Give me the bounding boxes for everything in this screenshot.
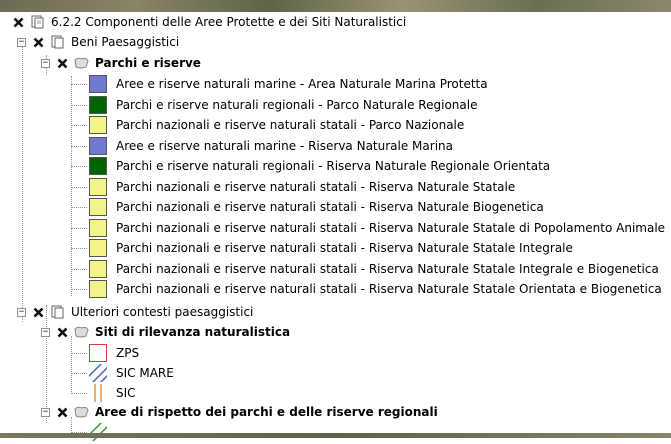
group-icon: [49, 35, 65, 49]
layer-label: Aree di rispetto dei parchi e delle rise…: [95, 405, 438, 419]
tree-line: [71, 269, 87, 270]
polygon-layer-icon: [73, 325, 89, 339]
collapse-toggle[interactable]: −: [17, 37, 26, 47]
zps-outline-swatch: [89, 344, 107, 362]
legend-label: SIC: [116, 386, 136, 400]
layer-row-siti[interactable]: − Siti di rilevanza naturalistica: [41, 322, 290, 342]
tree-line: [71, 207, 87, 208]
visibility-checkbox[interactable]: [56, 406, 69, 419]
collapse-toggle[interactable]: −: [17, 307, 26, 317]
legend-item: Parchi nazionali e riserve naturali stat…: [71, 197, 544, 217]
tree-line: [71, 248, 87, 249]
tree-line: [71, 187, 87, 188]
tree-line: [71, 125, 87, 126]
collapse-toggle[interactable]: −: [41, 58, 50, 68]
legend-item: Parchi nazionali e riserve naturali stat…: [71, 177, 515, 197]
layer-row-parchi[interactable]: − Parchi e riserve: [41, 53, 201, 73]
legend-item: Parchi nazionali e riserve naturali stat…: [71, 115, 464, 135]
map-canvas-strip: [0, 433, 671, 438]
legend-label: SIC MARE: [116, 366, 174, 380]
color-swatch: [89, 116, 107, 134]
tree-line: [71, 84, 87, 85]
color-swatch: [89, 219, 107, 237]
legend-item: Parchi nazionali e riserve naturali stat…: [71, 279, 662, 299]
tree-line: [71, 353, 87, 354]
tree-line: [71, 228, 87, 229]
legend-label: Parchi nazionali e riserve naturali stat…: [116, 180, 516, 194]
group-icon: [29, 15, 45, 29]
legend-label: Aree e riserve naturali marine - Riserva…: [116, 139, 453, 153]
sic-mare-hatch-swatch: [86, 361, 114, 387]
layer-row-aree[interactable]: − Aree di rispetto dei parchi e delle ri…: [41, 402, 438, 422]
legend-label: Parchi e riserve naturali regionali - Pa…: [116, 98, 478, 112]
legend-item: Aree e riserve naturali marine - Riserva…: [71, 136, 453, 156]
layers-panel: 6.2.2 Componenti delle Aree Protette e d…: [0, 12, 671, 444]
legend-label: Parchi e riserve naturali regionali - Ri…: [116, 159, 551, 173]
legend-item: Parchi e riserve naturali regionali - Pa…: [71, 95, 477, 115]
sic-lines-swatch: [89, 384, 107, 402]
legend-label: Parchi nazionali e riserve naturali stat…: [116, 200, 544, 214]
legend-label: Parchi nazionali e riserve naturali stat…: [116, 118, 465, 132]
color-swatch: [89, 137, 107, 155]
legend-item-sic: SIC: [71, 383, 136, 403]
visibility-checkbox[interactable]: [56, 326, 69, 339]
tree-line: [71, 146, 87, 147]
legend-item-aree-partial: [71, 420, 110, 444]
legend-item-zps: ZPS: [71, 343, 139, 363]
aree-hatch-swatch: [86, 420, 110, 444]
tree-line: [71, 393, 87, 394]
legend-label: Parchi nazionali e riserve naturali stat…: [116, 221, 666, 235]
group-label: Ulteriori contesti paesaggistici: [71, 305, 254, 319]
color-swatch: [89, 260, 107, 278]
color-swatch: [89, 198, 107, 216]
legend-label: Parchi nazionali e riserve naturali stat…: [116, 241, 573, 255]
group-label: Beni Paesaggistici: [71, 35, 180, 49]
visibility-checkbox[interactable]: [12, 16, 25, 29]
layer-label: Siti di rilevanza naturalistica: [95, 325, 291, 339]
polygon-layer-icon: [73, 405, 89, 419]
legend-item: Parchi nazionali e riserve naturali stat…: [71, 238, 573, 258]
legend-label: ZPS: [116, 346, 140, 360]
group-row-ulteriori[interactable]: − Ulteriori contesti paesaggistici: [17, 302, 253, 322]
legend-item: Aree e riserve naturali marine - Area Na…: [71, 74, 488, 94]
tree-line: [71, 166, 87, 167]
color-swatch: [89, 157, 107, 175]
legend-item: Parchi e riserve naturali regionali - Ri…: [71, 156, 550, 176]
visibility-checkbox[interactable]: [32, 306, 45, 319]
legend-label: Aree e riserve naturali marine - Area Na…: [116, 77, 488, 91]
tree-line: [71, 289, 87, 290]
color-swatch: [89, 75, 107, 93]
color-swatch: [89, 96, 107, 114]
collapse-toggle[interactable]: −: [41, 407, 50, 417]
tree-line: [71, 105, 87, 106]
legend-item: Parchi nazionali e riserve naturali stat…: [71, 259, 659, 279]
visibility-checkbox[interactable]: [32, 36, 45, 49]
root-layer-label: 6.2.2 Componenti delle Aree Protette e d…: [51, 15, 407, 29]
visibility-checkbox[interactable]: [56, 57, 69, 70]
color-swatch: [89, 280, 107, 298]
map-canvas-strip: [0, 0, 671, 12]
tree-line: [71, 373, 87, 374]
color-swatch: [89, 178, 107, 196]
legend-label: Parchi nazionali e riserve naturali stat…: [116, 262, 659, 276]
layer-label: Parchi e riserve: [95, 56, 201, 70]
legend-label: Parchi nazionali e riserve naturali stat…: [116, 282, 662, 296]
legend-item-sic-mare: SIC MARE: [71, 361, 174, 387]
color-swatch: [89, 239, 107, 257]
polygon-layer-icon: [73, 56, 89, 70]
group-icon: [49, 305, 65, 319]
tree-line: [22, 42, 23, 322]
legend-item: Parchi nazionali e riserve naturali stat…: [71, 218, 665, 238]
collapse-toggle[interactable]: −: [41, 327, 50, 337]
group-row-beni[interactable]: − Beni Paesaggistici: [17, 32, 179, 52]
root-layer-row[interactable]: 6.2.2 Componenti delle Aree Protette e d…: [12, 12, 406, 32]
